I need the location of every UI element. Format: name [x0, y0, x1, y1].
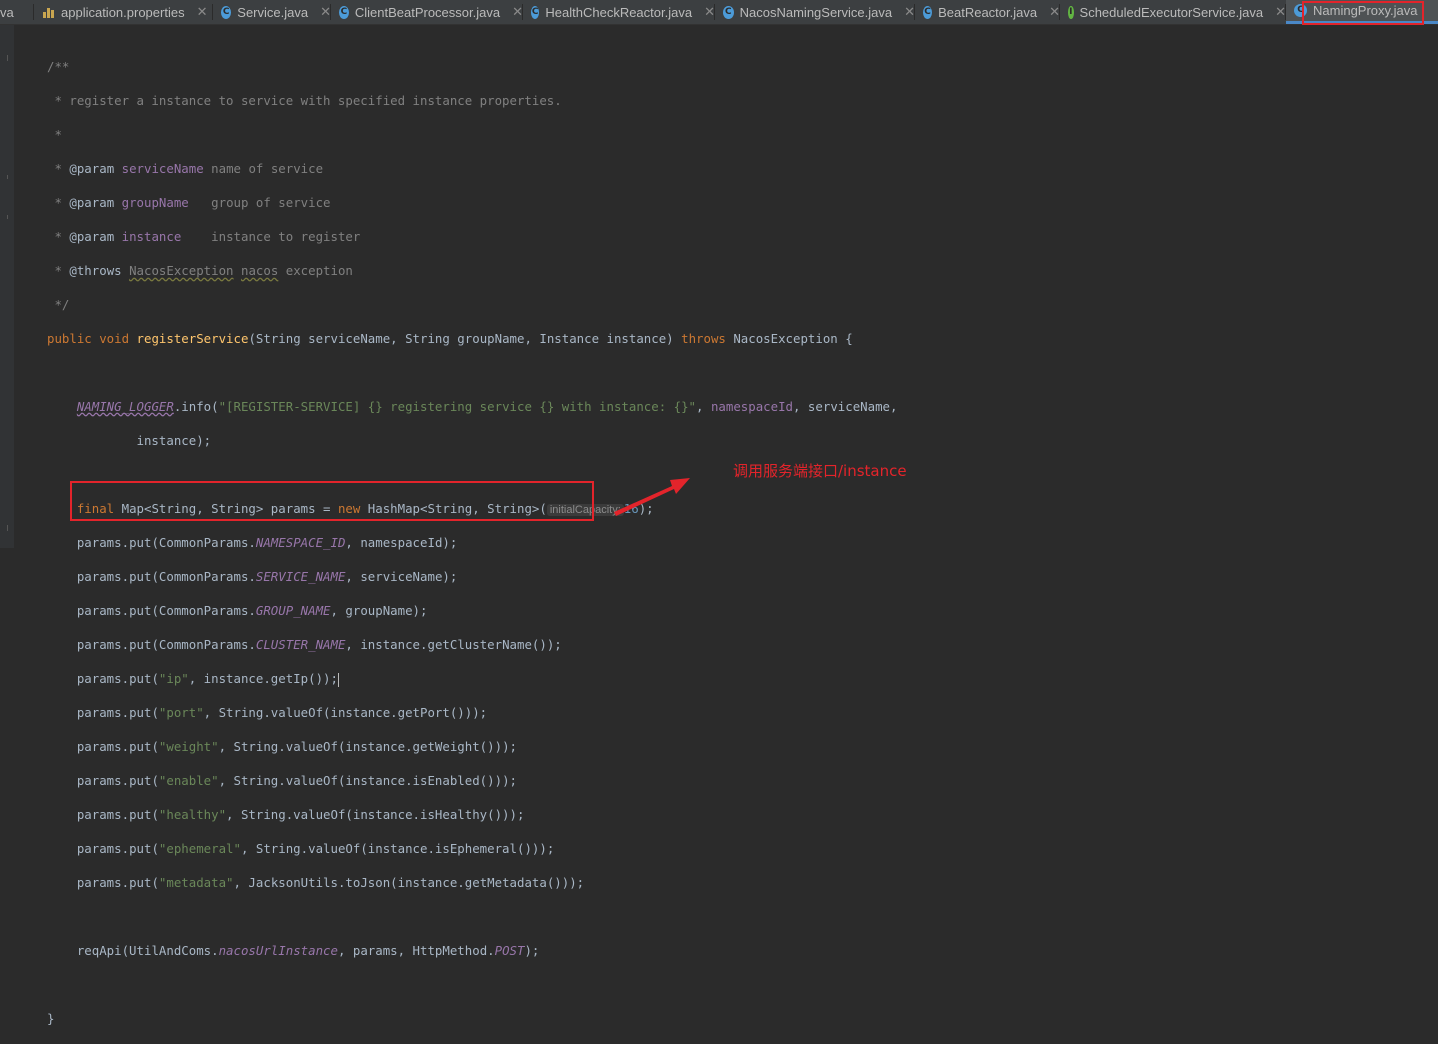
class-icon: C [723, 5, 734, 19]
class-icon: C [221, 5, 232, 19]
annotation-arrow-icon [614, 478, 690, 516]
tab-label: ClientBeatProcessor.java [354, 4, 501, 20]
code-line: NAMING_LOGGER.info("[REGISTER-SERVICE] {… [76, 399, 898, 414]
tab-label: ScheduledExecutorService.java [1079, 4, 1264, 20]
code-line: * @throws NacosException nacos exception [47, 263, 353, 278]
editor-tab-bar: va application.properties ✕ C Service.ja… [0, 0, 1438, 25]
tab-service-java[interactable]: C Service.java ✕ [213, 0, 331, 24]
code-line: } [47, 1011, 55, 1026]
tab-label: Service.java [237, 4, 309, 20]
tab-beatreactor-java[interactable]: C BeatReactor.java ✕ [915, 0, 1060, 24]
text-caret [337, 672, 339, 687]
tab-label: BeatReactor.java [938, 4, 1038, 20]
code-line: * register a instance to service with sp… [47, 93, 562, 108]
tab-scheduledexecutorservice-java[interactable]: I ScheduledExecutorService.java ✕ [1060, 0, 1286, 24]
class-icon: C [339, 5, 349, 19]
code-line: params.put(CommonParams.SERVICE_NAME, se… [47, 569, 458, 584]
code-line: instance); [47, 433, 212, 448]
code-line: params.put("port", String.valueOf(instan… [47, 705, 488, 720]
tab-label: NacosNamingService.java [739, 4, 893, 20]
close-icon[interactable]: ✕ [197, 5, 208, 20]
code-line: params.put("weight", String.valueOf(inst… [47, 739, 517, 754]
code-line: * @param groupName group of service [47, 195, 331, 210]
properties-file-icon [42, 6, 55, 19]
code-line: params.put("healthy", String.valueOf(ins… [47, 807, 525, 822]
code-line: * [47, 127, 62, 142]
tab-label: va [0, 4, 14, 20]
highlight-box-active-tab [1302, 1, 1424, 25]
class-icon: C [531, 5, 540, 19]
code-line: * @param instance instance to register [47, 229, 361, 244]
class-icon: C [923, 5, 933, 19]
tab-clientbeatprocessor-java[interactable]: C ClientBeatProcessor.java ✕ [331, 0, 523, 24]
annotation-text: 调用服务端接口/instance [733, 462, 907, 480]
tab-partial[interactable]: va [0, 0, 34, 24]
code-editor[interactable]: /** * register a instance to service wit… [47, 41, 897, 1044]
code-line: params.put(CommonParams.CLUSTER_NAME, in… [47, 637, 562, 652]
interface-icon: I [1068, 5, 1074, 19]
tab-application-properties[interactable]: application.properties ✕ [34, 0, 213, 24]
code-line: */ [47, 297, 70, 312]
code-line: * @param serviceName name of service [47, 161, 324, 176]
tab-label: HealthCheckReactor.java [545, 4, 693, 20]
highlight-box-reqapi [70, 481, 594, 521]
code-line: params.put("enable", String.valueOf(inst… [47, 773, 517, 788]
code-line: /** [47, 59, 70, 74]
tab-label: application.properties [61, 4, 185, 20]
code-line: params.put("ip", instance.getIp()); [47, 671, 339, 687]
code-line: public void registerService(String servi… [47, 331, 853, 346]
editor-gutter [0, 25, 14, 548]
tab-healthcheckreactor-java[interactable]: C HealthCheckReactor.java ✕ [523, 0, 715, 24]
tab-nacosnamingservice-java[interactable]: C NacosNamingService.java ✕ [715, 0, 915, 24]
code-line: params.put(CommonParams.NAMESPACE_ID, na… [47, 535, 458, 550]
code-line: reqApi(UtilAndComs.nacosUrlInstance, par… [76, 943, 540, 958]
code-line: params.put("metadata", JacksonUtils.toJs… [47, 875, 585, 890]
code-line: params.put("ephemeral", String.valueOf(i… [47, 841, 555, 856]
code-line: params.put(CommonParams.GROUP_NAME, grou… [47, 603, 428, 618]
